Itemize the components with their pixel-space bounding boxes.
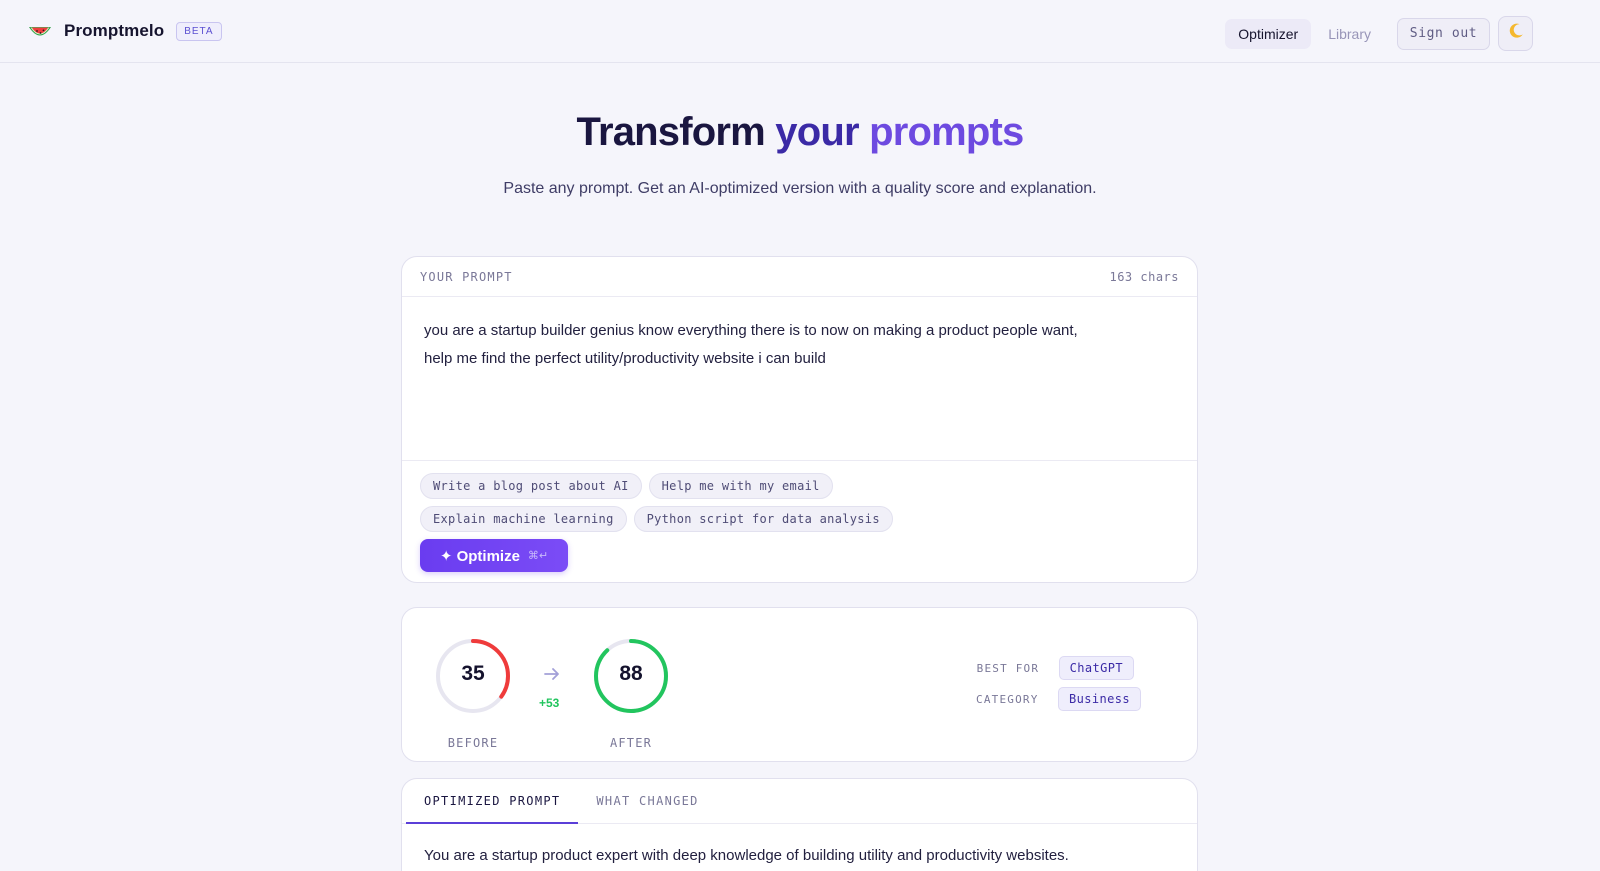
before-score-value: 35 <box>461 662 485 685</box>
optimize-label: ✦ Optimize <box>439 547 520 565</box>
shortcut-hint: ⌘↵ <box>527 550 549 562</box>
title-word-1: Transform <box>576 110 766 154</box>
prompt-card-header: YOUR PROMPT 163 chars <box>402 257 1197 297</box>
category-row: CATEGORY Business <box>976 687 1141 711</box>
char-count: 163 chars <box>1109 269 1179 284</box>
sign-out-button[interactable]: Sign out <box>1397 17 1490 50</box>
theme-toggle-button[interactable] <box>1498 16 1533 51</box>
optimize-button[interactable]: ✦ Optimize ⌘↵ <box>420 539 568 572</box>
prompt-text-line: you are a startup builder genius know ev… <box>424 322 1078 339</box>
tab-optimized-prompt[interactable]: OPTIMIZED PROMPT <box>406 779 579 824</box>
suggestion-chip[interactable]: Python script for data analysis <box>633 506 893 532</box>
brand-name: Promptmelo <box>64 21 165 40</box>
top-header: Promptmelo BETA Optimizer Library Sign o… <box>0 0 1600 63</box>
after-score-value: 88 <box>619 662 643 685</box>
tab-what-changed[interactable]: WHAT CHANGED <box>578 779 716 824</box>
category-badge: Business <box>1058 687 1141 711</box>
prompt-textarea[interactable]: you are a startup builder genius know ev… <box>402 297 1197 461</box>
brand[interactable]: Promptmelo BETA <box>27 18 222 44</box>
nav-tab-library[interactable]: Library <box>1315 19 1384 49</box>
after-label: AFTER <box>609 736 653 750</box>
page-subtitle: Paste any prompt. Get an AI-optimized ve… <box>503 180 1097 197</box>
beta-badge: BETA <box>176 21 222 41</box>
watermelon-logo-icon <box>27 18 53 44</box>
category-label: CATEGORY <box>976 692 1039 706</box>
top-nav: Optimizer Library Sign out <box>1225 16 1600 51</box>
suggestion-chip[interactable]: Write a blog post about AI <box>420 473 642 499</box>
prompt-card: YOUR PROMPT 163 chars you are a startup … <box>401 256 1198 583</box>
prompt-label: YOUR PROMPT <box>420 269 513 284</box>
result-card: OPTIMIZED PROMPT WHAT CHANGED You are a … <box>401 778 1198 871</box>
best-for-label: BEST FOR <box>976 661 1040 675</box>
score-card: 35 BEFORE +53 88 AFTER BEST FOR ChatGPT … <box>401 607 1198 762</box>
after-score: 88 AFTER <box>591 636 671 750</box>
before-label: BEFORE <box>447 736 499 750</box>
best-for-badge: ChatGPT <box>1058 656 1134 680</box>
suggestion-chip[interactable]: Explain machine learning <box>420 506 627 532</box>
best-for-row: BEST FOR ChatGPT <box>977 656 1134 680</box>
prompt-text-line: help me find the perfect utility/product… <box>424 350 826 367</box>
optimized-prompt-text: You are a startup product expert with de… <box>424 847 1069 864</box>
before-score: 35 BEFORE <box>433 636 513 750</box>
nav-tab-optimizer[interactable]: Optimizer <box>1225 18 1312 49</box>
title-word-2: your <box>775 110 859 154</box>
suggestion-chip[interactable]: Help me with my email <box>648 473 833 499</box>
moon-icon <box>1507 22 1525 45</box>
page-title: Transform your prompts <box>0 110 1600 155</box>
result-tabs: OPTIMIZED PROMPT WHAT CHANGED <box>402 779 1197 824</box>
score-delta: +53 <box>539 696 560 710</box>
suggestion-chips: Write a blog post about AI Help me with … <box>402 461 1042 539</box>
arrow-right-icon <box>542 664 562 690</box>
title-word-3: prompts <box>869 110 1024 154</box>
